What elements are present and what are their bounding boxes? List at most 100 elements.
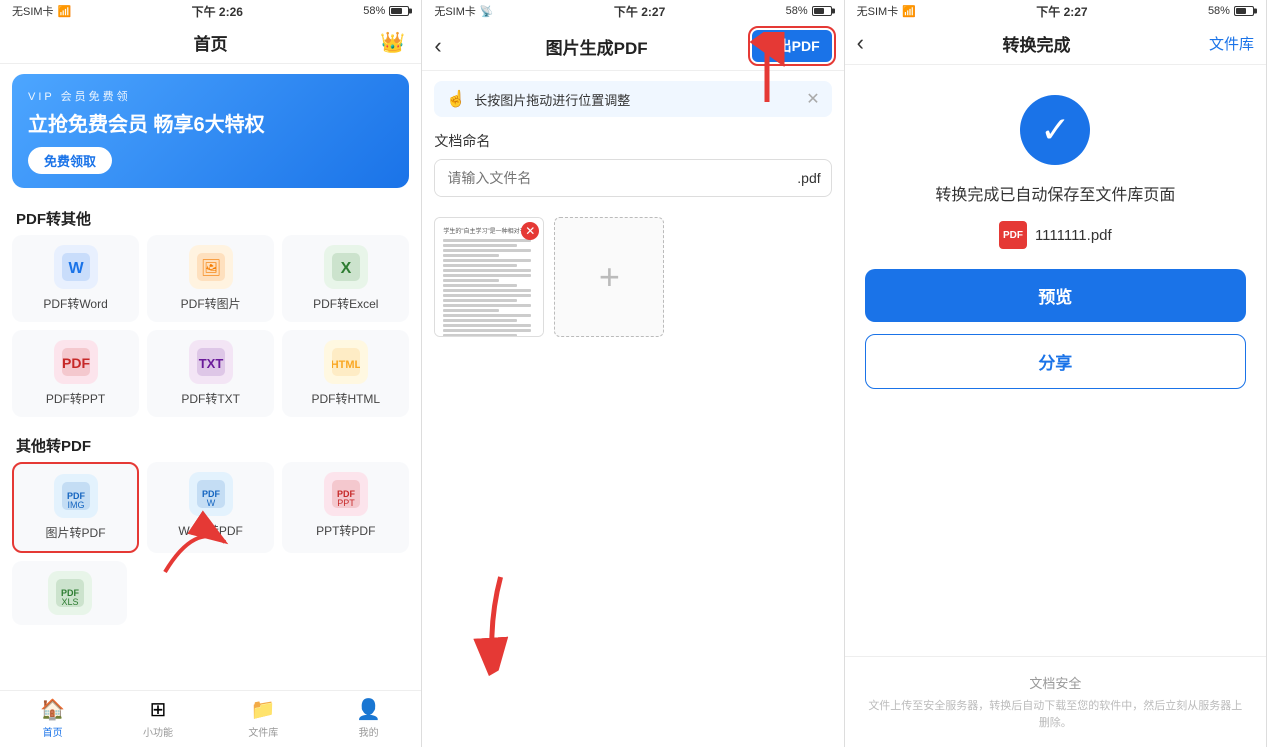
nav-functions[interactable]: ⊞ 小功能 xyxy=(105,697,210,739)
svg-text:PDF: PDF xyxy=(62,355,90,371)
feature-word-pdf[interactable]: PDFW Word转PDF xyxy=(147,462,274,553)
battery-icon-3 xyxy=(1234,6,1254,16)
feature-ppt-pdf[interactable]: PDFPPT PPT转PDF xyxy=(282,462,409,553)
img-pdf-label: 图片转PDF xyxy=(46,524,106,541)
doc-line xyxy=(443,244,517,247)
nav-home[interactable]: 🏠 首页 xyxy=(0,697,105,739)
pdf-file-icon: PDF xyxy=(999,221,1027,249)
time-3: 下午 2:27 xyxy=(1036,3,1087,20)
time-1: 下午 2:26 xyxy=(192,3,243,20)
screen3-title: 转换完成 xyxy=(1002,31,1070,56)
vip-banner[interactable]: VIP 会员免费领 立抢免费会员 畅享6大特权 免费领取 xyxy=(12,74,409,188)
home-nav: 首页 👑 xyxy=(0,22,421,64)
crown-icon: 👑 xyxy=(380,30,405,55)
screen3: 无SIM卡 📶 下午 2:27 58% ‹ 转换完成 文件库 ✓ 转换完成已自动… xyxy=(845,0,1267,747)
status-right-1: 58% xyxy=(363,5,409,17)
txt-icon: TXT xyxy=(189,340,233,384)
file-row: PDF 1111111.pdf xyxy=(999,221,1112,249)
doc-name-label: 文档命名 xyxy=(434,131,831,151)
file-library-button[interactable]: 文件库 xyxy=(1209,33,1254,54)
word-pdf-label: Word转PDF xyxy=(178,522,242,539)
doc-name-input[interactable] xyxy=(435,160,797,196)
screen2-nav: ‹ 图片生成PDF 导出PDF xyxy=(422,22,843,71)
security-title: 文档安全 xyxy=(865,673,1246,692)
imgpdf-icon: PDFIMG xyxy=(54,474,98,518)
vip-button[interactable]: 免费领取 xyxy=(28,147,112,174)
add-image-button[interactable]: + xyxy=(554,217,664,337)
wordpdf-icon: PDFW xyxy=(189,472,233,516)
feature-pdf-word[interactable]: W PDF转Word xyxy=(12,235,139,322)
feature-pdf-img[interactable]: 🖼 PDF转图片 xyxy=(147,235,274,322)
nav-profile[interactable]: 👤 我的 xyxy=(316,697,421,739)
home-nav-label: 首页 xyxy=(43,724,63,739)
status-right-3: 58% xyxy=(1208,5,1254,17)
other-to-pdf-grid: PDFIMG 图片转PDF PDFW Word转PDF PDFPPT PPT转P… xyxy=(0,462,421,561)
section-other-to-pdf: 其他转PDF xyxy=(0,425,421,462)
doc-line xyxy=(443,289,530,292)
doc-line xyxy=(443,284,517,287)
doc-line xyxy=(443,319,517,322)
pdf-txt-label: PDF转TXT xyxy=(181,390,240,407)
doc-line xyxy=(443,274,530,277)
doc-line xyxy=(443,264,517,267)
home-title: 首页 xyxy=(194,30,228,55)
svg-text:W: W xyxy=(206,498,215,508)
doc-line xyxy=(443,259,530,262)
svg-text:XLS: XLS xyxy=(61,597,78,607)
bottom-nav: 🏠 首页 ⊞ 小功能 📁 文件库 👤 我的 xyxy=(0,690,421,747)
feature-pdf-ppt[interactable]: PDF PDF转PPT xyxy=(12,330,139,417)
doc-line xyxy=(443,334,517,337)
vip-sub: VIP 会员免费领 xyxy=(28,88,393,104)
doc-line xyxy=(443,324,530,327)
battery-label-3: 58% xyxy=(1208,5,1230,17)
svg-text:X: X xyxy=(340,260,351,277)
svg-text:PPT: PPT xyxy=(337,498,355,508)
image-thumb-1[interactable]: 学生的"自主学习"是一种相对于… xyxy=(434,217,544,337)
doc-name-suffix: .pdf xyxy=(797,160,830,196)
functions-nav-label: 小功能 xyxy=(143,724,173,739)
feature-pdf-html[interactable]: HTML PDF转HTML xyxy=(282,330,409,417)
screen2-title: 图片生成PDF xyxy=(546,34,648,59)
doc-line xyxy=(443,294,530,297)
pdf-excel-label: PDF转Excel xyxy=(313,295,378,312)
preview-button[interactable]: 预览 xyxy=(865,269,1246,322)
home-nav-icon: 🏠 xyxy=(40,697,65,722)
doc-line xyxy=(443,239,530,242)
word-icon: W xyxy=(54,245,98,289)
doc-line xyxy=(443,269,530,272)
feature-pdf-excel[interactable]: X PDF转Excel xyxy=(282,235,409,322)
battery-label-2: 58% xyxy=(786,5,808,17)
time-2: 下午 2:27 xyxy=(614,3,665,20)
doc-line xyxy=(443,249,530,252)
security-section: 文档安全 文件上传至安全服务器，转换后自动下载至您的软件中，然后立刻从服务器上删… xyxy=(845,656,1266,747)
complete-section: ✓ 转换完成已自动保存至文件库页面 PDF 1111111.pdf 预览 分享 xyxy=(845,65,1266,405)
screen1: 无SIM卡 📶 下午 2:26 58% 首页 👑 VIP 会员免费领 立抢免费会… xyxy=(0,0,422,747)
nav-library[interactable]: 📁 文件库 xyxy=(211,697,316,739)
feature-pdf-txt[interactable]: TXT PDF转TXT xyxy=(147,330,274,417)
vip-title: 立抢免费会员 畅享6大特权 xyxy=(28,108,393,137)
tip-close-button[interactable]: ✕ xyxy=(806,89,819,109)
export-pdf-button[interactable]: 导出PDF xyxy=(752,30,832,62)
back-button-3[interactable]: ‹ xyxy=(857,30,864,56)
pptpdf-icon: PDFPPT xyxy=(324,472,368,516)
feature-extra[interactable]: PDFXLS xyxy=(12,561,127,625)
doc-name-input-row: .pdf xyxy=(434,159,831,197)
battery-label-1: 58% xyxy=(363,5,385,17)
ppt-icon: PDF xyxy=(54,340,98,384)
back-button-2[interactable]: ‹ xyxy=(434,33,441,59)
ppt-pdf-label: PPT转PDF xyxy=(316,522,375,539)
share-button[interactable]: 分享 xyxy=(865,334,1246,389)
tip-text: 长按图片拖动进行位置调整 xyxy=(474,90,798,109)
html-icon: HTML xyxy=(324,340,368,384)
extra-icon: PDFXLS xyxy=(48,571,92,615)
status-bar-2: 无SIM卡 📡 下午 2:27 58% xyxy=(422,0,843,22)
doc-name-section: 文档命名 .pdf xyxy=(422,117,843,205)
library-nav-label: 文件库 xyxy=(248,724,278,739)
check-icon: ✓ xyxy=(1040,109,1070,151)
pdf-word-label: PDF转Word xyxy=(43,295,107,312)
status-right-2: 58% xyxy=(786,5,832,17)
security-desc: 文件上传至安全服务器，转换后自动下载至您的软件中，然后立刻从服务器上删除。 xyxy=(865,698,1246,731)
feature-img-pdf[interactable]: PDFIMG 图片转PDF xyxy=(12,462,139,553)
img-icon: 🖼 xyxy=(189,245,233,289)
screen2: 无SIM卡 📡 下午 2:27 58% ‹ 图片生成PDF 导出PDF ☝ 长按… xyxy=(422,0,844,747)
